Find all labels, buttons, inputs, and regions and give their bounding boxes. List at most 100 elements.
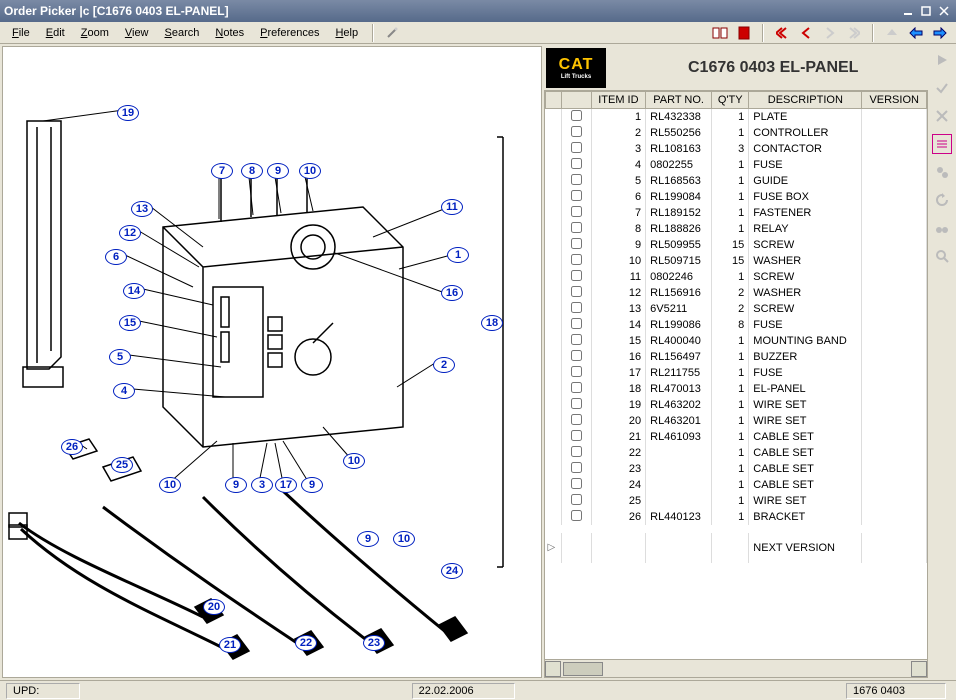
- row-checkbox[interactable]: [571, 254, 582, 265]
- table-row[interactable]: 1RL4323381PLATE: [546, 109, 927, 125]
- parts-table[interactable]: ITEM IDPART NO.Q'TYDESCRIPTIONVERSION 1R…: [544, 90, 928, 678]
- callout-11[interactable]: 11: [441, 199, 463, 215]
- check-icon[interactable]: [932, 78, 952, 98]
- table-row[interactable]: 5RL1685631GUIDE: [546, 173, 927, 189]
- table-row[interactable]: 21RL4610931CABLE SET: [546, 429, 927, 445]
- col-header[interactable]: DESCRIPTION: [749, 92, 862, 109]
- menu-preferences[interactable]: Preferences: [252, 25, 327, 41]
- callout-21[interactable]: 21: [219, 637, 241, 653]
- callout-10[interactable]: 10: [393, 531, 415, 547]
- callout-7[interactable]: 7: [211, 163, 233, 179]
- callout-22[interactable]: 22: [295, 635, 317, 651]
- callout-9[interactable]: 9: [357, 531, 379, 547]
- table-row[interactable]: 221CABLE SET: [546, 445, 927, 461]
- table-row[interactable]: 1108022461SCREW: [546, 269, 927, 285]
- row-checkbox[interactable]: [571, 382, 582, 393]
- table-row[interactable]: 3RL1081633CONTACTOR: [546, 141, 927, 157]
- callout-19[interactable]: 19: [117, 105, 139, 121]
- callout-9[interactable]: 9: [267, 163, 289, 179]
- col-header[interactable]: ITEM ID: [591, 92, 645, 109]
- row-checkbox[interactable]: [571, 110, 582, 121]
- last-icon[interactable]: [843, 23, 865, 43]
- row-checkbox[interactable]: [571, 158, 582, 169]
- callout-13[interactable]: 13: [131, 201, 153, 217]
- table-row[interactable]: 15RL4000401MOUNTING BAND: [546, 333, 927, 349]
- gears-icon[interactable]: [932, 162, 952, 182]
- table-row[interactable]: 14RL1990868FUSE: [546, 317, 927, 333]
- callout-24[interactable]: 24: [441, 563, 463, 579]
- row-checkbox[interactable]: [571, 462, 582, 473]
- callout-18[interactable]: 18: [481, 315, 503, 331]
- menu-search[interactable]: Search: [157, 25, 208, 41]
- row-checkbox[interactable]: [571, 174, 582, 185]
- table-row[interactable]: 6RL1990841FUSE BOX: [546, 189, 927, 205]
- maximize-button[interactable]: [918, 3, 934, 19]
- callout-1[interactable]: 1: [447, 247, 469, 263]
- table-row[interactable]: 9RL50995515SCREW: [546, 237, 927, 253]
- callout-26[interactable]: 26: [61, 439, 83, 455]
- close-button[interactable]: [936, 3, 952, 19]
- table-row[interactable]: 20RL4632011WIRE SET: [546, 413, 927, 429]
- col-header[interactable]: VERSION: [862, 92, 927, 109]
- callout-4[interactable]: 4: [113, 383, 135, 399]
- wand-icon[interactable]: [381, 23, 403, 43]
- row-checkbox[interactable]: [571, 414, 582, 425]
- row-checkbox[interactable]: [571, 366, 582, 377]
- menu-file[interactable]: File: [4, 25, 38, 41]
- row-checkbox[interactable]: [571, 398, 582, 409]
- row-checkbox[interactable]: [571, 446, 582, 457]
- table-row[interactable]: 251WIRE SET: [546, 493, 927, 509]
- row-checkbox[interactable]: [571, 286, 582, 297]
- callout-10[interactable]: 10: [159, 477, 181, 493]
- col-header[interactable]: [561, 92, 591, 109]
- callout-14[interactable]: 14: [123, 283, 145, 299]
- list-icon[interactable]: [932, 134, 952, 154]
- scroll-left-icon[interactable]: [545, 661, 561, 677]
- row-checkbox[interactable]: [571, 222, 582, 233]
- table-row[interactable]: 17RL2117551FUSE: [546, 365, 927, 381]
- col-header[interactable]: PART NO.: [646, 92, 712, 109]
- row-checkbox[interactable]: [571, 126, 582, 137]
- callout-20[interactable]: 20: [203, 599, 225, 615]
- col-header[interactable]: [546, 92, 562, 109]
- horizontal-scrollbar[interactable]: [545, 659, 927, 677]
- row-checkbox[interactable]: [571, 350, 582, 361]
- first-icon[interactable]: [771, 23, 793, 43]
- up-icon[interactable]: [881, 23, 903, 43]
- row-checkbox[interactable]: [571, 206, 582, 217]
- row-checkbox[interactable]: [571, 334, 582, 345]
- callout-9[interactable]: 9: [225, 477, 247, 493]
- col-header[interactable]: Q'TY: [712, 92, 749, 109]
- menu-zoom[interactable]: Zoom: [73, 25, 117, 41]
- callout-10[interactable]: 10: [299, 163, 321, 179]
- forward-icon[interactable]: [929, 23, 951, 43]
- scroll-thumb[interactable]: [563, 662, 603, 676]
- callout-6[interactable]: 6: [105, 249, 127, 265]
- back-icon[interactable]: [905, 23, 927, 43]
- table-row[interactable]: 408022551FUSE: [546, 157, 927, 173]
- table-row[interactable]: 19RL4632021WIRE SET: [546, 397, 927, 413]
- book-red-icon[interactable]: [733, 23, 755, 43]
- callout-17[interactable]: 17: [275, 477, 297, 493]
- prev-icon[interactable]: [795, 23, 817, 43]
- menu-edit[interactable]: Edit: [38, 25, 73, 41]
- diagram-pane[interactable]: 1978910131112161614151852426251093179109…: [2, 46, 542, 678]
- callout-25[interactable]: 25: [111, 457, 133, 473]
- book-open-icon[interactable]: [709, 23, 731, 43]
- callout-15[interactable]: 15: [119, 315, 141, 331]
- table-row[interactable]: 12RL1569162WASHER: [546, 285, 927, 301]
- x-icon[interactable]: [932, 106, 952, 126]
- callout-23[interactable]: 23: [363, 635, 385, 651]
- callout-5[interactable]: 5: [109, 349, 131, 365]
- magnify-icon[interactable]: [932, 246, 952, 266]
- table-row[interactable]: 18RL4700131EL-PANEL: [546, 381, 927, 397]
- table-row[interactable]: 16RL1564971BUZZER: [546, 349, 927, 365]
- row-checkbox[interactable]: [571, 318, 582, 329]
- binoculars-icon[interactable]: [932, 218, 952, 238]
- row-checkbox[interactable]: [571, 494, 582, 505]
- row-checkbox[interactable]: [571, 510, 582, 521]
- refresh-icon[interactable]: [932, 190, 952, 210]
- table-row[interactable]: 241CABLE SET: [546, 477, 927, 493]
- menu-view[interactable]: View: [117, 25, 157, 41]
- cell-next-version[interactable]: NEXT VERSION: [749, 533, 862, 563]
